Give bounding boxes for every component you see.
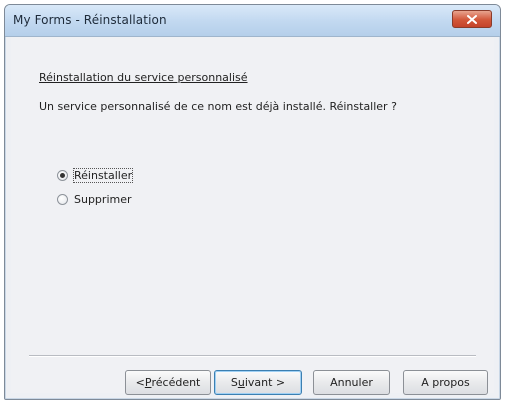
close-button[interactable] xyxy=(452,10,492,28)
window-title: My Forms - Réinstallation xyxy=(13,13,167,27)
next-pre: S xyxy=(230,376,238,389)
radio-button-delete[interactable] xyxy=(57,194,68,205)
radio-label-delete: Supprimer xyxy=(74,193,132,206)
radio-button-reinstall[interactable] xyxy=(57,170,68,181)
previous-prefix: < xyxy=(135,376,145,389)
radio-delete[interactable]: Supprimer xyxy=(57,193,132,206)
previous-access-key: P xyxy=(144,376,152,389)
radio-selected-dot xyxy=(60,173,65,178)
radio-reinstall[interactable]: Réinstaller xyxy=(57,168,134,183)
radio-label-reinstall: Réinstaller xyxy=(72,168,134,183)
section-heading: Réinstallation du service personnalisé xyxy=(39,71,248,84)
next-rest: ivant > xyxy=(244,376,286,389)
next-button[interactable]: Su ivant > xyxy=(214,370,302,395)
dialog-body: Réinstallation du service personnalisé U… xyxy=(11,37,494,395)
close-icon xyxy=(467,14,477,24)
previous-button[interactable]: < Précédent xyxy=(125,370,211,395)
previous-rest: récédent xyxy=(151,376,201,389)
cancel-button[interactable]: Annuler xyxy=(313,370,390,395)
separator xyxy=(29,355,476,357)
title-bar[interactable]: My Forms - Réinstallation xyxy=(5,5,500,37)
next-access-key: u xyxy=(237,376,245,389)
dialog-window: My Forms - Réinstallation Réinstallation… xyxy=(4,4,501,400)
question-text: Un service personnalisé de ce nom est dé… xyxy=(39,100,397,113)
about-button[interactable]: A propos xyxy=(403,370,488,395)
